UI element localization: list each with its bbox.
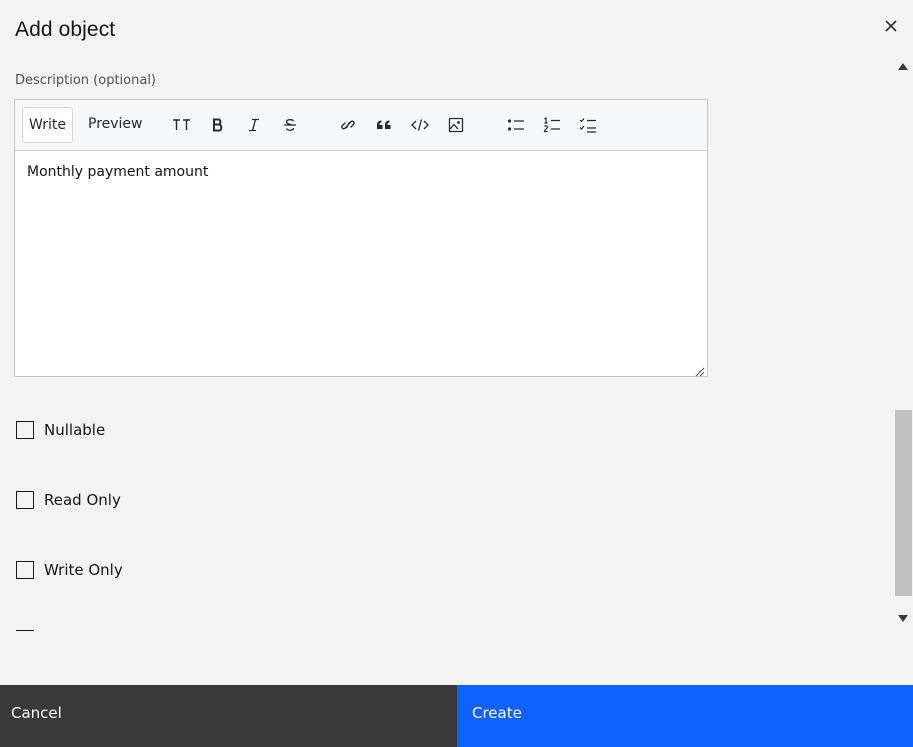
image-button[interactable] bbox=[445, 114, 467, 136]
write-only-checkbox[interactable]: Write Only bbox=[16, 561, 123, 579]
cancel-button[interactable]: Cancel bbox=[0, 685, 457, 747]
create-button[interactable]: Create bbox=[457, 685, 913, 747]
link-button[interactable] bbox=[337, 114, 359, 136]
checkbox-box[interactable] bbox=[16, 491, 34, 509]
vertical-scrollbar[interactable] bbox=[894, 56, 913, 628]
quote-button[interactable] bbox=[373, 114, 395, 136]
strikethrough-icon bbox=[284, 119, 296, 131]
bold-icon bbox=[213, 118, 223, 132]
code-button[interactable] bbox=[409, 114, 431, 136]
numbered-list-icon bbox=[543, 117, 560, 133]
description-label: Description (optional) bbox=[15, 73, 157, 88]
modal-footer: Cancel Create bbox=[0, 685, 913, 747]
editor-toolbar: Write Preview bbox=[15, 100, 707, 151]
code-icon bbox=[411, 119, 429, 131]
task-list-button[interactable] bbox=[577, 114, 599, 136]
text-size-icon bbox=[173, 119, 190, 130]
bulleted-list-icon bbox=[507, 119, 524, 131]
modal-title: Add object bbox=[15, 18, 116, 41]
nullable-checkbox[interactable]: Nullable bbox=[16, 421, 105, 439]
tab-preview[interactable]: Preview bbox=[88, 116, 143, 132]
close-icon bbox=[885, 20, 897, 32]
scroll-thumb[interactable] bbox=[895, 410, 912, 596]
italic-button[interactable] bbox=[243, 114, 265, 136]
close-button[interactable] bbox=[880, 15, 902, 37]
checkbox-box[interactable] bbox=[16, 421, 34, 439]
quote-icon bbox=[377, 120, 391, 129]
link-icon bbox=[341, 120, 355, 130]
strikethrough-button[interactable] bbox=[279, 114, 301, 136]
italic-icon bbox=[249, 118, 259, 132]
description-textarea[interactable]: Monthly payment amount bbox=[27, 164, 208, 180]
partially-hidden-checkbox[interactable] bbox=[16, 630, 34, 631]
checkbox-label: Write Only bbox=[44, 561, 123, 579]
tab-write[interactable]: Write bbox=[22, 107, 73, 143]
checkbox-box[interactable] bbox=[16, 561, 34, 579]
checkbox-label: Nullable bbox=[44, 421, 106, 439]
read-only-checkbox[interactable]: Read Only bbox=[16, 491, 121, 509]
numbered-list-button[interactable] bbox=[541, 114, 563, 136]
checkbox-label: Read Only bbox=[44, 491, 121, 509]
markdown-editor: Write Preview Monthly payment amount bbox=[14, 99, 708, 377]
scroll-up-arrow-icon[interactable] bbox=[898, 63, 908, 70]
resize-handle-icon[interactable] bbox=[693, 362, 705, 377]
task-list-icon bbox=[579, 118, 596, 133]
text-size-button[interactable] bbox=[171, 114, 193, 136]
bulleted-list-button[interactable] bbox=[505, 114, 527, 136]
image-icon bbox=[448, 117, 464, 133]
bold-button[interactable] bbox=[207, 114, 229, 136]
scroll-down-arrow-icon[interactable] bbox=[898, 615, 908, 622]
